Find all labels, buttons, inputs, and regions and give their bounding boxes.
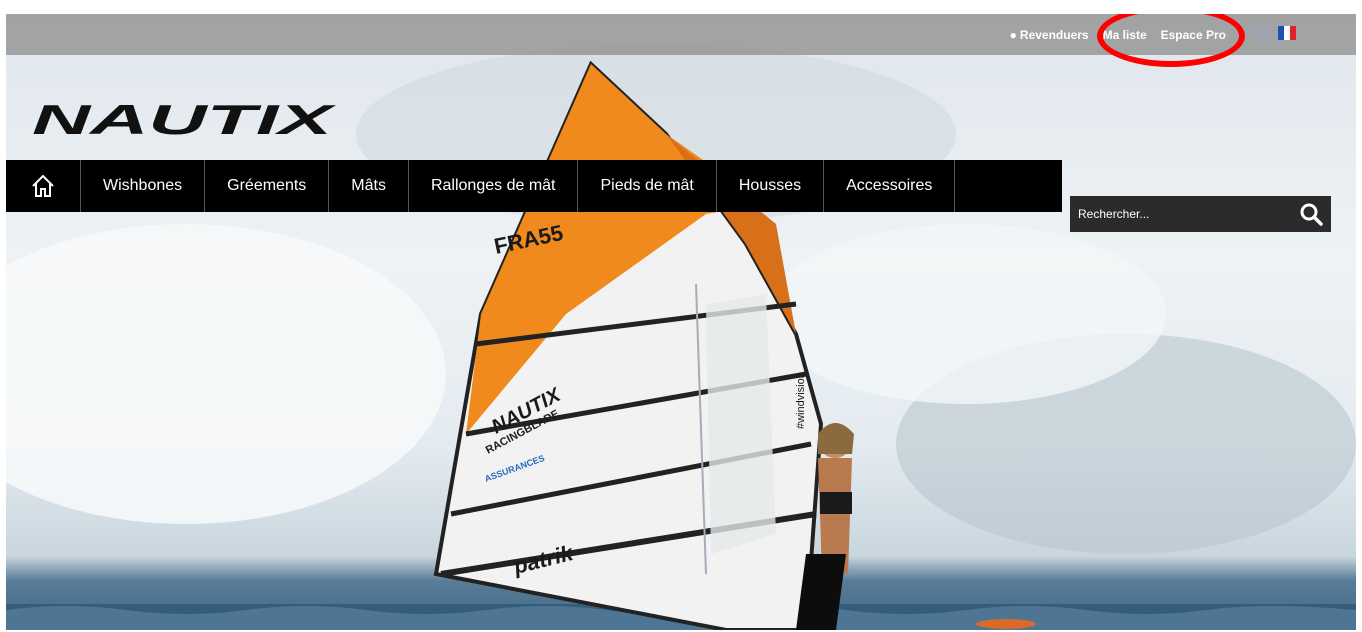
nav-item-greements[interactable]: Gréements bbox=[205, 160, 330, 212]
hero-banner: FRA55 NAUTIX RACINGBLADE ASSURANCES patr… bbox=[6, 14, 1356, 630]
french-flag-icon[interactable] bbox=[1278, 26, 1296, 40]
dealers-link-label: Revenduers bbox=[1019, 27, 1089, 42]
nautix-logo-mark: NAUTIX bbox=[32, 96, 338, 143]
english-flag-icon[interactable] bbox=[1254, 26, 1270, 40]
language-switcher bbox=[1254, 26, 1296, 40]
nav-item-rallonges[interactable]: Rallonges de mât bbox=[409, 160, 579, 212]
search-input[interactable] bbox=[1070, 195, 1280, 233]
home-icon bbox=[32, 174, 54, 197]
nav-item-accessoires[interactable]: Accessoires bbox=[824, 160, 956, 212]
main-navigation: Wishbones Gréements Mâts Rallonges de mâ… bbox=[6, 160, 1062, 212]
nav-item-wishbones[interactable]: Wishbones bbox=[81, 160, 206, 212]
logo-text: NAUTIX bbox=[32, 100, 338, 140]
nav-item-mats[interactable]: Mâts bbox=[329, 160, 409, 212]
home-button[interactable] bbox=[6, 160, 81, 212]
search-button[interactable] bbox=[1299, 202, 1323, 226]
nautix-logo[interactable]: NAUTIX bbox=[32, 96, 342, 145]
dealers-link[interactable]: ● Revenduers bbox=[1010, 28, 1089, 42]
sail-side-text: #windvision bbox=[795, 372, 807, 429]
search-icon bbox=[1300, 203, 1323, 226]
map-pin-icon: ● bbox=[1009, 27, 1017, 42]
nav-item-pieds-de-mat[interactable]: Pieds de mât bbox=[578, 160, 717, 212]
search-box bbox=[1070, 195, 1331, 233]
nav-item-housses[interactable]: Housses bbox=[717, 160, 825, 212]
